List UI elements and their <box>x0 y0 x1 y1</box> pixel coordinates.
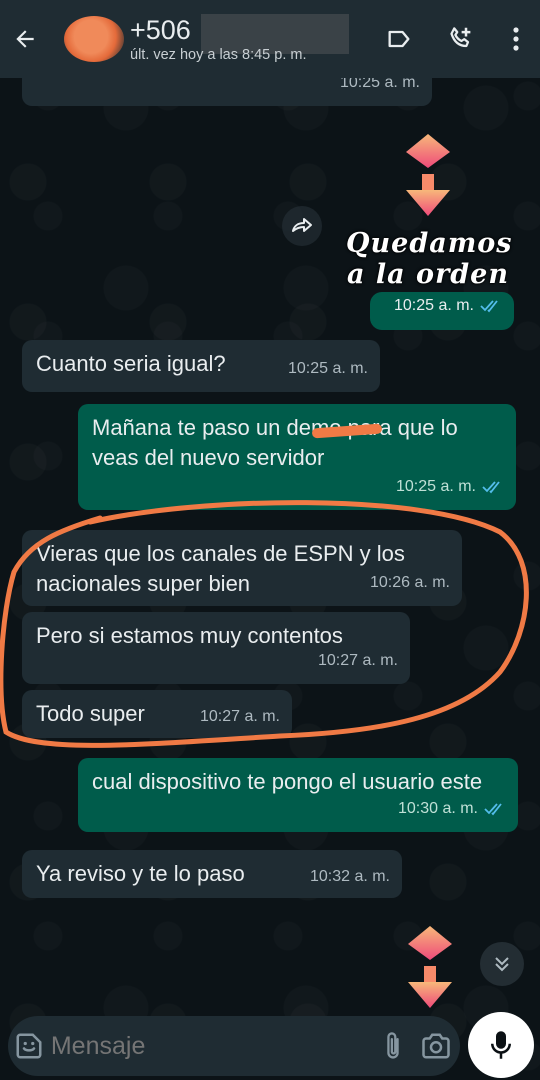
message-bubble-incoming[interactable]: Ya reviso y te lo paso 10:32 a. m. <box>22 850 402 898</box>
double-check-icon <box>480 300 498 313</box>
double-check-icon <box>484 803 502 816</box>
camera-button[interactable] <box>413 1032 460 1060</box>
attach-button[interactable] <box>373 1030 413 1062</box>
message-bubble-incoming[interactable]: Cuanto seria igual? 10:25 a. m. <box>22 340 380 392</box>
message-input[interactable] <box>50 1031 373 1061</box>
contact-info[interactable]: +506 últ. vez hoy a las 8:45 p. m. <box>130 14 370 63</box>
sticker-text-line2: a la orden <box>347 259 509 290</box>
add-call-icon <box>450 27 471 48</box>
forward-button[interactable] <box>282 206 322 246</box>
message-time: 10:30 a. m. <box>397 800 478 817</box>
scroll-to-bottom-button[interactable] <box>480 942 524 986</box>
last-seen-status: últ. vez hoy a las 8:45 p. m. <box>130 47 307 63</box>
forward-icon <box>292 218 312 232</box>
add-call-button[interactable] <box>430 0 492 78</box>
camera-icon <box>422 1033 451 1059</box>
back-arrow-icon <box>16 30 34 48</box>
sticker-arrows-partial-icon <box>408 926 452 1008</box>
back-button[interactable] <box>0 0 50 78</box>
sticker-arrows-icon <box>406 134 450 216</box>
message-time: 10:25 a. m. <box>393 297 474 314</box>
attach-icon <box>387 1032 399 1059</box>
emoji-icon <box>16 1033 42 1059</box>
sticker-time-badge: 10:25 a. m. <box>370 292 514 330</box>
avatar[interactable] <box>64 16 124 62</box>
message-text: Mañana te paso un demo para que lo veas … <box>92 415 458 470</box>
contact-name: +506 <box>130 14 191 45</box>
message-bubble-outgoing[interactable]: cual dispositivo te pongo el usuario est… <box>78 758 518 832</box>
mic-icon <box>491 1031 511 1059</box>
message-text: cual dispositivo te pongo el usuario est… <box>92 769 483 794</box>
label-button[interactable] <box>368 0 430 78</box>
voice-message-button[interactable] <box>468 1012 534 1078</box>
chat-header: +506 últ. vez hoy a las 8:45 p. m. <box>0 0 540 78</box>
emoji-button[interactable] <box>8 1031 51 1061</box>
more-vert-icon <box>513 27 519 51</box>
message-time: 10:25 a. m. <box>287 360 368 377</box>
more-options-button[interactable] <box>492 0 540 78</box>
label-icon <box>388 30 410 48</box>
chevron-double-down-icon <box>495 957 509 972</box>
highlight-circle-annotation <box>0 500 529 748</box>
message-time: 10:32 a. m. <box>309 868 390 885</box>
message-composer <box>8 1016 460 1076</box>
sticker-text-line1: Quedamos <box>346 228 513 259</box>
